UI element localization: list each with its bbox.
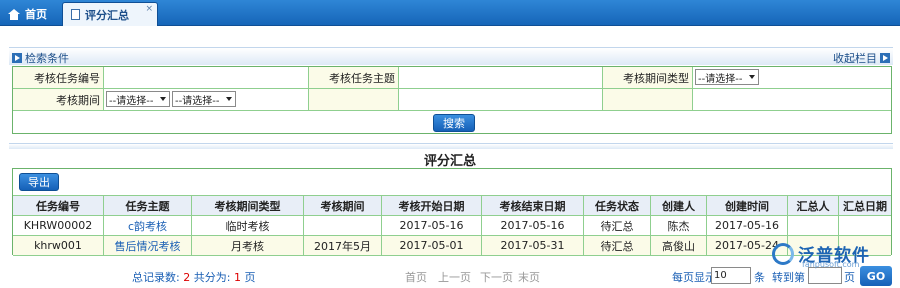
table-cell: 2017-05-16 [707, 216, 788, 235]
pages-label: 共分为: [193, 271, 231, 284]
search-row-1: 考核任务编号 考核任务主题 考核期间类型 --请选择-- [13, 67, 891, 89]
empty-label-1 [309, 89, 399, 110]
prev-page-link[interactable]: 上一页 [438, 269, 471, 285]
column-header: 创建人 [651, 196, 707, 215]
collapse-label: 收起栏目 [833, 52, 877, 65]
column-header: 考核期间 [304, 196, 382, 215]
next-page-link[interactable]: 下一页 [480, 269, 513, 285]
close-icon[interactable]: × [145, 4, 153, 14]
task-no-input[interactable] [104, 67, 309, 88]
table-cell: 月考核 [192, 236, 304, 255]
table-cell: 高俊山 [651, 236, 707, 255]
tab-score-summary[interactable]: 评分汇总 × [62, 2, 158, 26]
page-size-unit: 条 [754, 271, 765, 284]
column-header: 创建时间 [707, 196, 788, 215]
collapse-section-button[interactable]: 收起栏目 [833, 50, 890, 66]
logo-url: fanpusoft.com [802, 260, 860, 269]
search-section-header: 检索条件 收起栏目 [9, 47, 893, 65]
results-panel: 导出 任务编号 任务主题 考核期间类型 考核期间 考核开始日期 考核结束日期 任务状态 创建人… [12, 168, 892, 256]
period-month-value: --请选择-- [175, 95, 220, 107]
expand-arrow-icon [12, 53, 22, 63]
table-cell: 2017-05-01 [382, 236, 482, 255]
empty-label-2 [603, 89, 693, 110]
task-subject-input[interactable] [399, 67, 603, 88]
table-cell: 2017-05-16 [482, 216, 584, 235]
page-size-label: 每页显示 [672, 271, 716, 284]
results-title: 评分汇总 [423, 154, 476, 169]
table-cell: 临时考核 [192, 216, 304, 235]
export-button[interactable]: 导出 [19, 173, 59, 191]
period-year-select[interactable]: --请选择-- [106, 91, 170, 107]
last-page-link[interactable]: 末页 [518, 269, 540, 285]
logo-mark-icon [772, 243, 794, 265]
period-type-label: 考核期间类型 [603, 67, 693, 88]
pages-count: 1 [233, 271, 241, 284]
table-cell: 2017-05-16 [382, 216, 482, 235]
page-size-input[interactable]: 10 [711, 267, 751, 284]
period-label: 考核期间 [13, 89, 104, 110]
task-subject-link[interactable]: 售后情况考核 [104, 236, 192, 255]
go-button[interactable]: GO [860, 266, 892, 286]
column-header: 考核结束日期 [482, 196, 584, 215]
home-icon [8, 8, 20, 20]
table-cell: 2017年5月 [304, 236, 382, 255]
search-section-title[interactable]: 检索条件 [12, 50, 69, 66]
tab-bar: 首页 评分汇总 × [0, 0, 900, 26]
period-year-value: --请选择-- [109, 95, 154, 107]
column-header: 任务状态 [584, 196, 651, 215]
collapse-arrow-icon [880, 53, 890, 63]
total-count: 2 [183, 271, 191, 284]
table-cell: 待汇总 [584, 216, 651, 235]
search-button[interactable]: 搜索 [433, 114, 475, 132]
chevron-down-icon [160, 97, 166, 101]
period-cell: --请选择-- --请选择-- [104, 89, 309, 110]
column-header: 任务主题 [104, 196, 192, 215]
table-cell [788, 216, 839, 235]
goto-unit: 页 [844, 271, 855, 284]
goto-label: 转到第 [772, 271, 805, 284]
record-stats: 总记录数: 2 共分为: 1 页 [132, 269, 255, 285]
pages-unit: 页 [244, 271, 256, 284]
table-cell: khrw001 [13, 236, 104, 255]
export-row: 导出 [13, 169, 891, 196]
search-row-2: 考核期间 --请选择-- --请选择-- [13, 89, 891, 111]
chevron-down-icon [749, 75, 755, 79]
document-icon [71, 9, 80, 20]
task-subject-link[interactable]: c韵考核 [104, 216, 192, 235]
table-cell [304, 216, 382, 235]
period-type-select[interactable]: --请选择-- [695, 69, 759, 85]
total-label: 总记录数: [132, 271, 180, 284]
table-row[interactable]: KHRW00002 c韵考核 临时考核 2017-05-16 2017-05-16 待汇总… [13, 216, 891, 236]
table-cell: 2017-05-31 [482, 236, 584, 255]
column-header: 汇总人 [788, 196, 839, 215]
goto-page-input[interactable] [808, 267, 842, 284]
period-type-cell: --请选择-- [693, 67, 891, 88]
table-cell: 待汇总 [584, 236, 651, 255]
results-divider [9, 143, 893, 149]
empty-value-2 [693, 89, 891, 110]
task-subject-label: 考核任务主题 [309, 67, 399, 88]
table-cell [839, 216, 891, 235]
column-header: 考核期间类型 [192, 196, 304, 215]
tab-score-summary-label: 评分汇总 [85, 8, 129, 22]
table-header: 任务编号 任务主题 考核期间类型 考核期间 考核开始日期 考核结束日期 任务状态 创建人 创建时… [13, 196, 891, 216]
tab-home-label: 首页 [25, 8, 47, 21]
first-page-link[interactable]: 首页 [405, 269, 427, 285]
task-no-label: 考核任务编号 [13, 67, 104, 88]
empty-value-1 [399, 89, 603, 110]
table-cell: 陈杰 [651, 216, 707, 235]
table-row[interactable]: khrw001 售后情况考核 月考核 2017年5月 2017-05-01 2017-05… [13, 236, 891, 256]
period-month-select[interactable]: --请选择-- [172, 91, 236, 107]
period-type-value: --请选择-- [698, 73, 743, 85]
search-title-label: 检索条件 [25, 52, 69, 65]
pagination-bar: 总记录数: 2 共分为: 1 页 首页 上一页 下一页 末页 每页显示 10 条… [0, 264, 900, 288]
column-header: 考核开始日期 [382, 196, 482, 215]
table-cell: KHRW00002 [13, 216, 104, 235]
column-header: 汇总日期 [843, 199, 887, 213]
column-header: 任务编号 [13, 196, 104, 215]
chevron-down-icon [226, 97, 232, 101]
tab-home[interactable]: 首页 [0, 2, 58, 26]
search-form: 考核任务编号 考核任务主题 考核期间类型 --请选择-- 考核期间 --请选择-… [12, 66, 892, 134]
company-logo: 泛普软件 fanpusoft.com [772, 239, 892, 269]
